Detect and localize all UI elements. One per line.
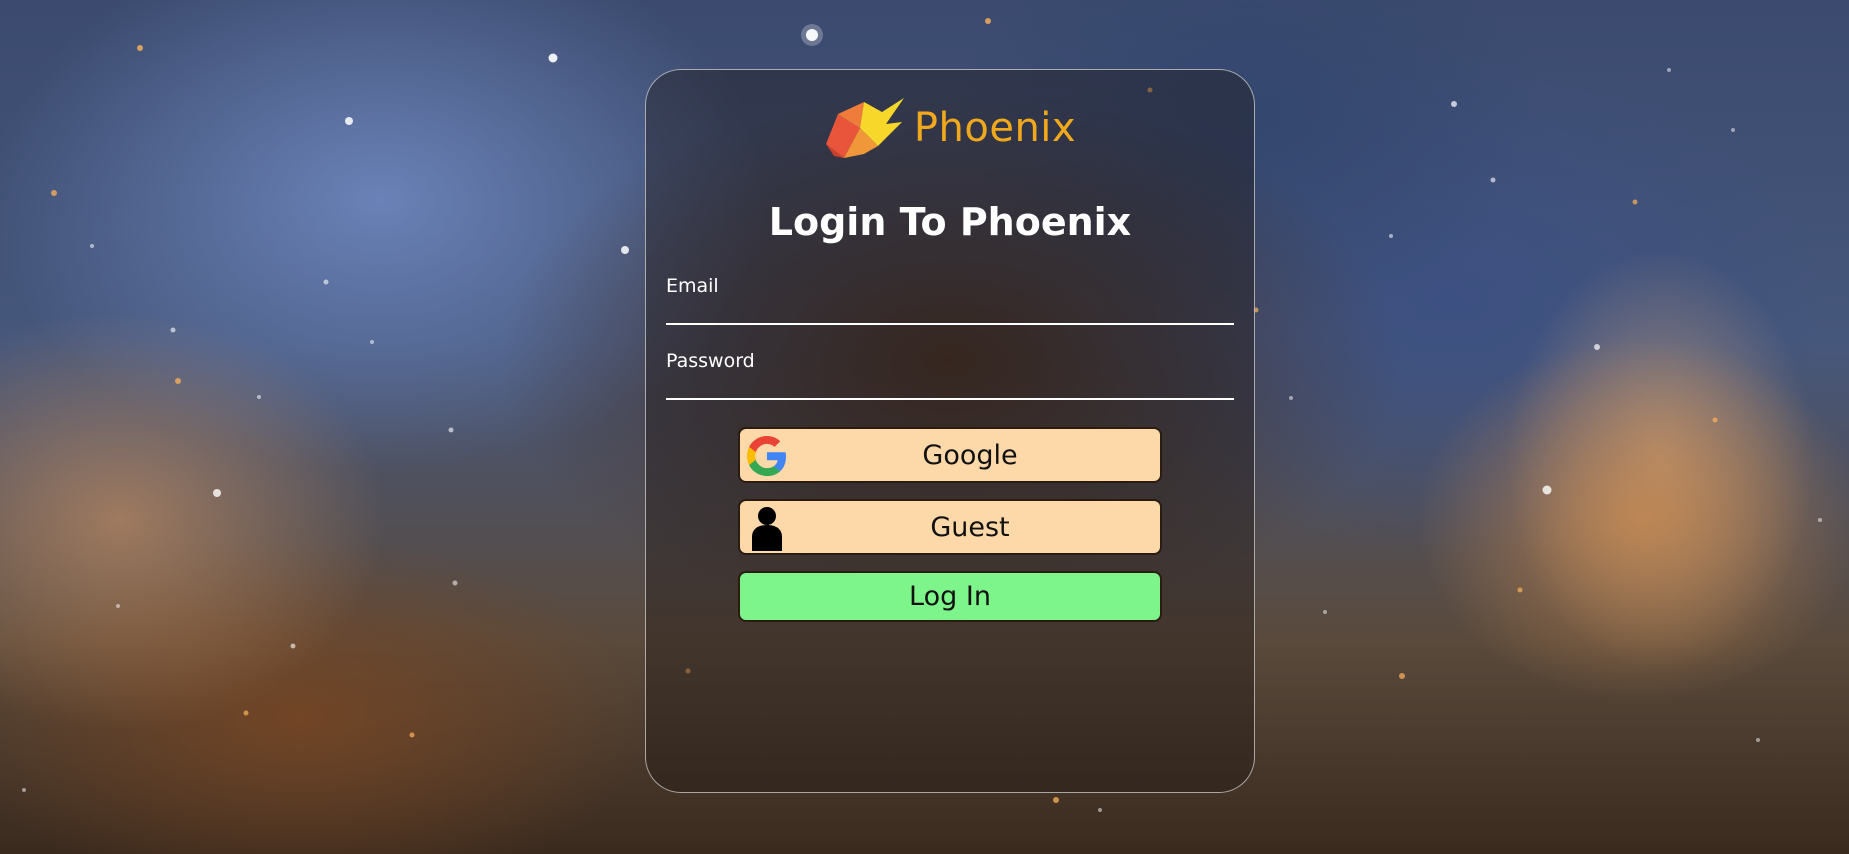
- login-button-label: Log In: [909, 581, 991, 612]
- google-icon: [747, 436, 786, 476]
- phoenix-logo-icon: [825, 98, 904, 158]
- google-button-label: Google: [922, 439, 1018, 471]
- google-signin-button[interactable]: Google: [738, 427, 1162, 483]
- login-card: Phoenix Login To Phoenix Email Password …: [645, 69, 1255, 793]
- brand-header: Phoenix: [646, 96, 1254, 160]
- password-label: Password: [666, 350, 755, 372]
- email-field-group: Email: [666, 275, 1234, 325]
- password-field-group: Password: [666, 350, 1234, 400]
- page-title: Login To Phoenix: [768, 200, 1132, 244]
- email-label: Email: [666, 275, 719, 297]
- person-icon: [752, 507, 782, 551]
- brand-name: Phoenix: [913, 105, 1077, 151]
- email-input[interactable]: [666, 301, 1234, 325]
- guest-signin-button[interactable]: Guest: [738, 499, 1162, 555]
- login-button[interactable]: Log In: [738, 571, 1162, 622]
- guest-button-label: Guest: [930, 511, 1010, 543]
- password-input[interactable]: [666, 376, 1234, 400]
